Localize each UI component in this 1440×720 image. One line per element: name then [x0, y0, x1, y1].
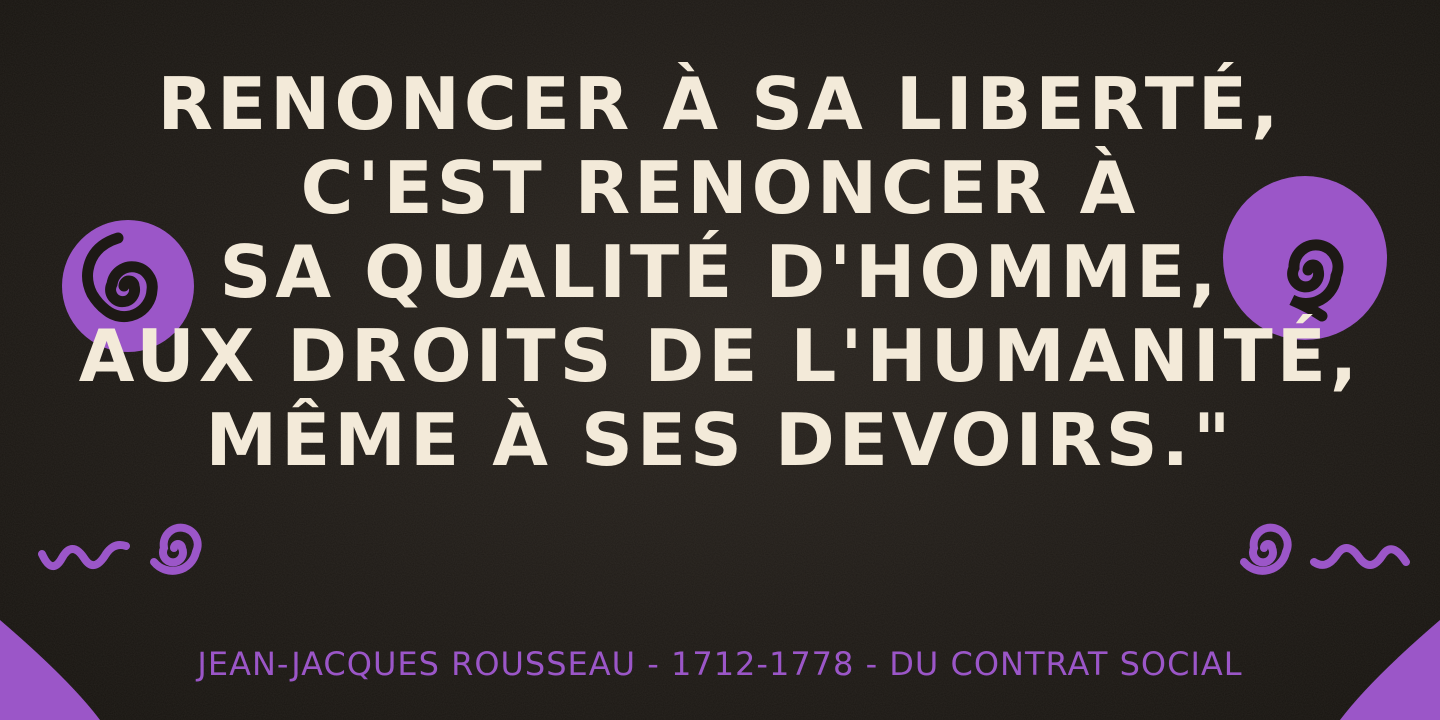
- quote-line-2: c'est renoncer à: [300, 146, 1140, 230]
- quote-text: Renoncer à sa liberté, c'est renoncer à …: [0, 62, 1440, 482]
- quote-line-1: Renoncer à sa liberté,: [157, 62, 1283, 146]
- quote-line-3: sa qualité d'homme,: [219, 230, 1221, 314]
- spiral-squiggle-right-icon: [1240, 523, 1410, 575]
- quote-line-5: même à ses devoirs.": [205, 398, 1235, 482]
- spiral-squiggle-left-icon: [38, 523, 202, 575]
- quote-line-4: aux droits de l'humanité,: [78, 314, 1362, 398]
- quote-poster: Renoncer à sa liberté, c'est renoncer à …: [0, 0, 1440, 720]
- quote-attribution: Jean-Jacques Rousseau - 1712-1778 - Du C…: [197, 645, 1243, 683]
